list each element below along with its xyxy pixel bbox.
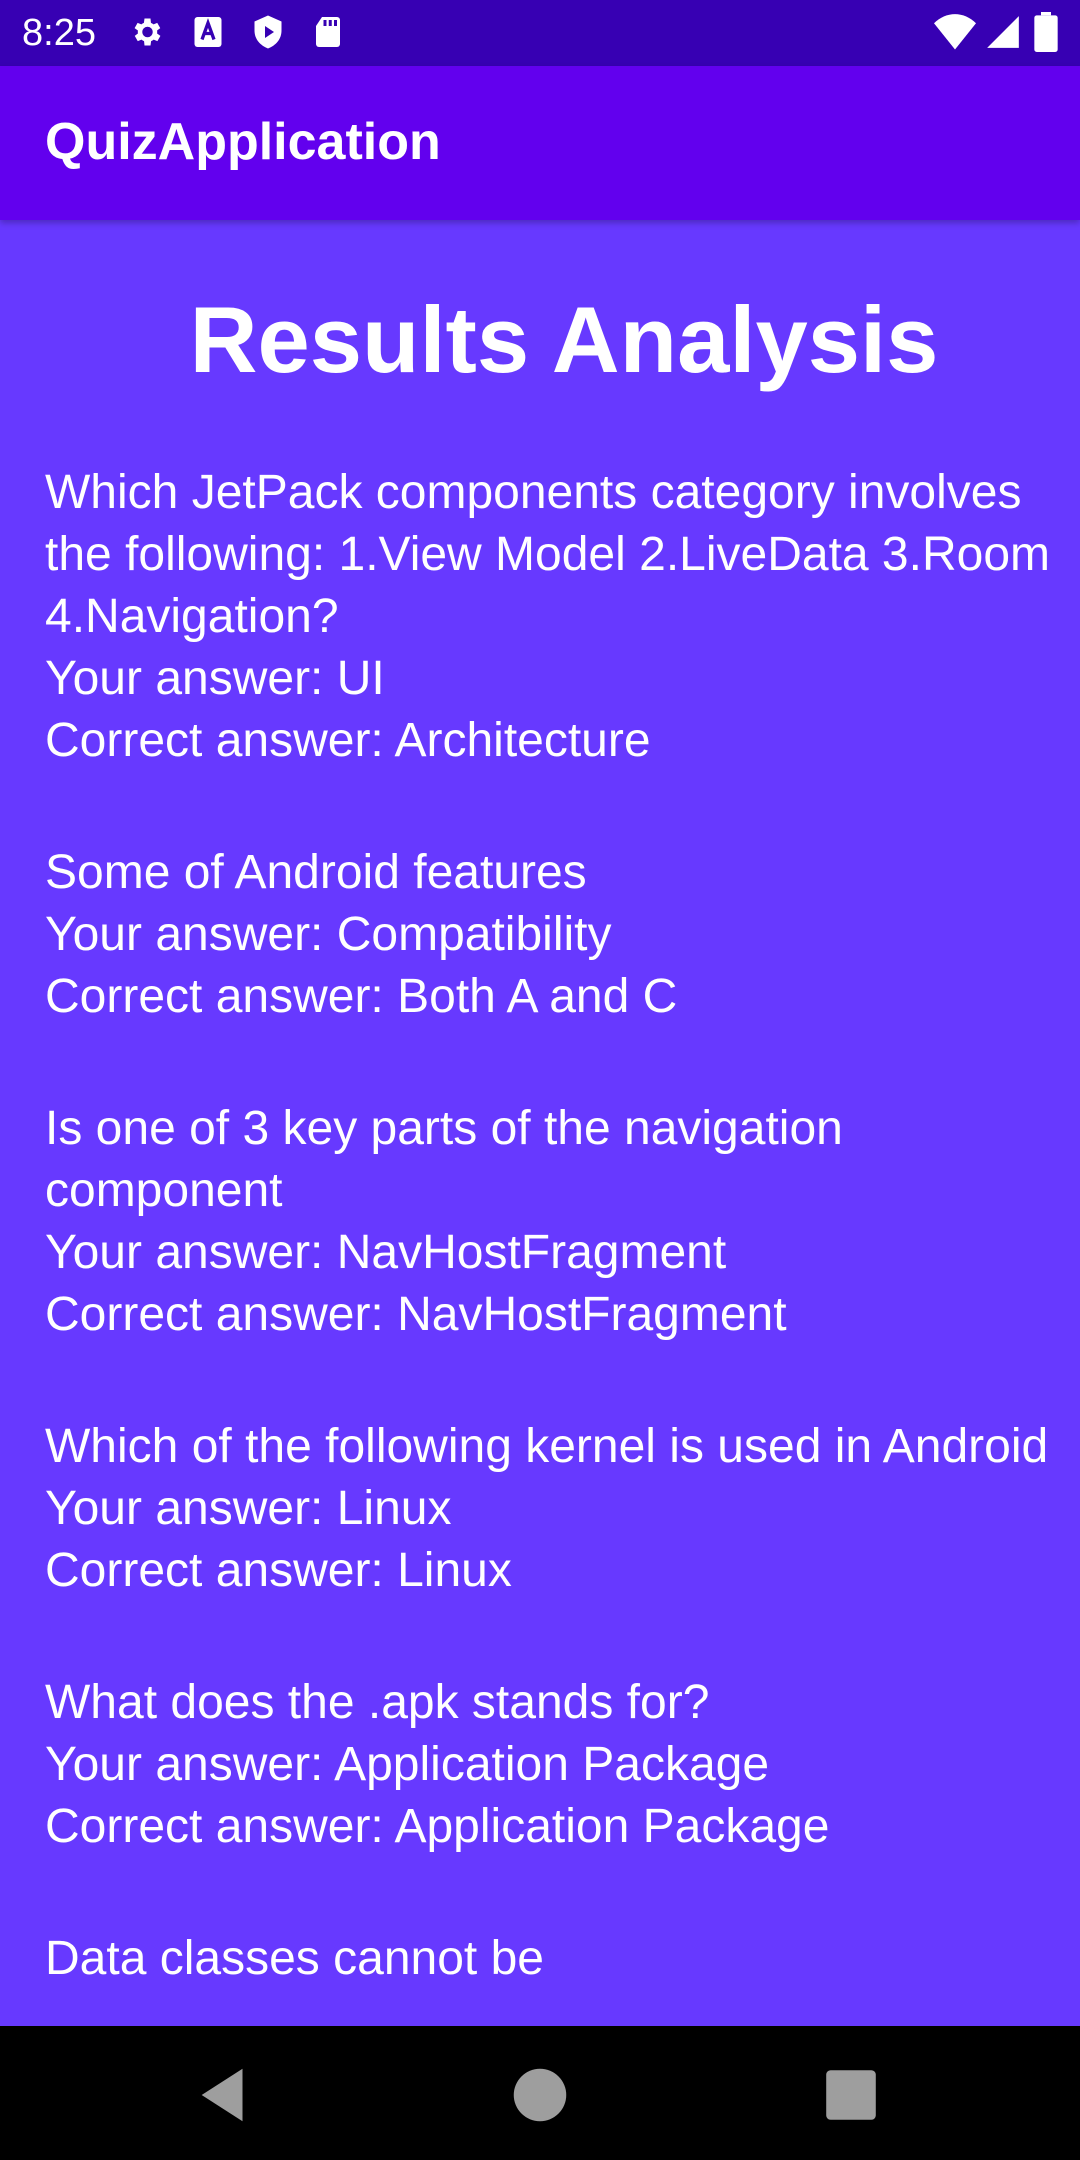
question-text: Which JetPack components category involv… [45,466,1050,643]
recents-icon[interactable] [816,2060,886,2130]
correct-answer-text: Correct answer: Linux [45,1544,512,1597]
sd-card-icon [316,17,340,47]
app-bar: QuizApplication [0,66,1080,220]
results-list: Which JetPack components category involv… [45,462,1055,2026]
correct-answer-text: Correct answer: Application Package [45,1800,830,1853]
cell-signal-icon [987,16,1019,48]
wifi-icon [934,14,976,50]
question-text: What does the .apk stands for? [45,1676,710,1729]
correct-answer-text: Correct answer: Both A and C [45,970,678,1023]
text-a-icon [194,17,222,47]
screen: 8:25 QuizApplication Results Analysis Wh… [0,0,1080,2160]
question-text: Some of Android features [45,846,587,899]
play-protect-icon [254,15,282,49]
result-item: Some of Android features Your answer: Co… [45,842,1055,1028]
result-item: Which JetPack components category involv… [45,462,1055,772]
your-answer-text: Your answer: Application Package [45,1738,770,1791]
result-item: Data classes cannot be [45,1928,1055,1990]
results-content[interactable]: Results Analysis Which JetPack component… [0,220,1080,2026]
results-heading: Results Analysis [189,287,939,392]
your-answer-text: Your answer: Linux [45,1482,452,1535]
status-time: 8:25 [22,12,96,54]
home-icon[interactable] [505,2060,575,2130]
app-title: QuizApplication [45,113,441,171]
correct-answer-text: Correct answer: Architecture [45,714,651,767]
status-bar: 8:25 [0,0,1080,66]
question-text: Data classes cannot be [45,1932,544,1985]
result-item: What does the .apk stands for? Your answ… [45,1672,1055,1858]
navigation-bar [0,2026,1080,2160]
your-answer-text: Your answer: Compatibility [45,908,612,961]
question-text: Is one of 3 key parts of the navigation … [45,1102,843,1217]
back-icon[interactable] [190,2060,260,2130]
result-item: Which of the following kernel is used in… [45,1416,1055,1602]
battery-icon [1034,12,1058,52]
correct-answer-text: Correct answer: NavHostFragment [45,1288,787,1341]
your-answer-text: Your answer: UI [45,652,385,705]
question-text: Which of the following kernel is used in… [45,1420,1049,1473]
your-answer-text: Your answer: NavHostFragment [45,1226,727,1279]
result-item: Is one of 3 key parts of the navigation … [45,1098,1055,1346]
settings-icon [134,18,161,46]
